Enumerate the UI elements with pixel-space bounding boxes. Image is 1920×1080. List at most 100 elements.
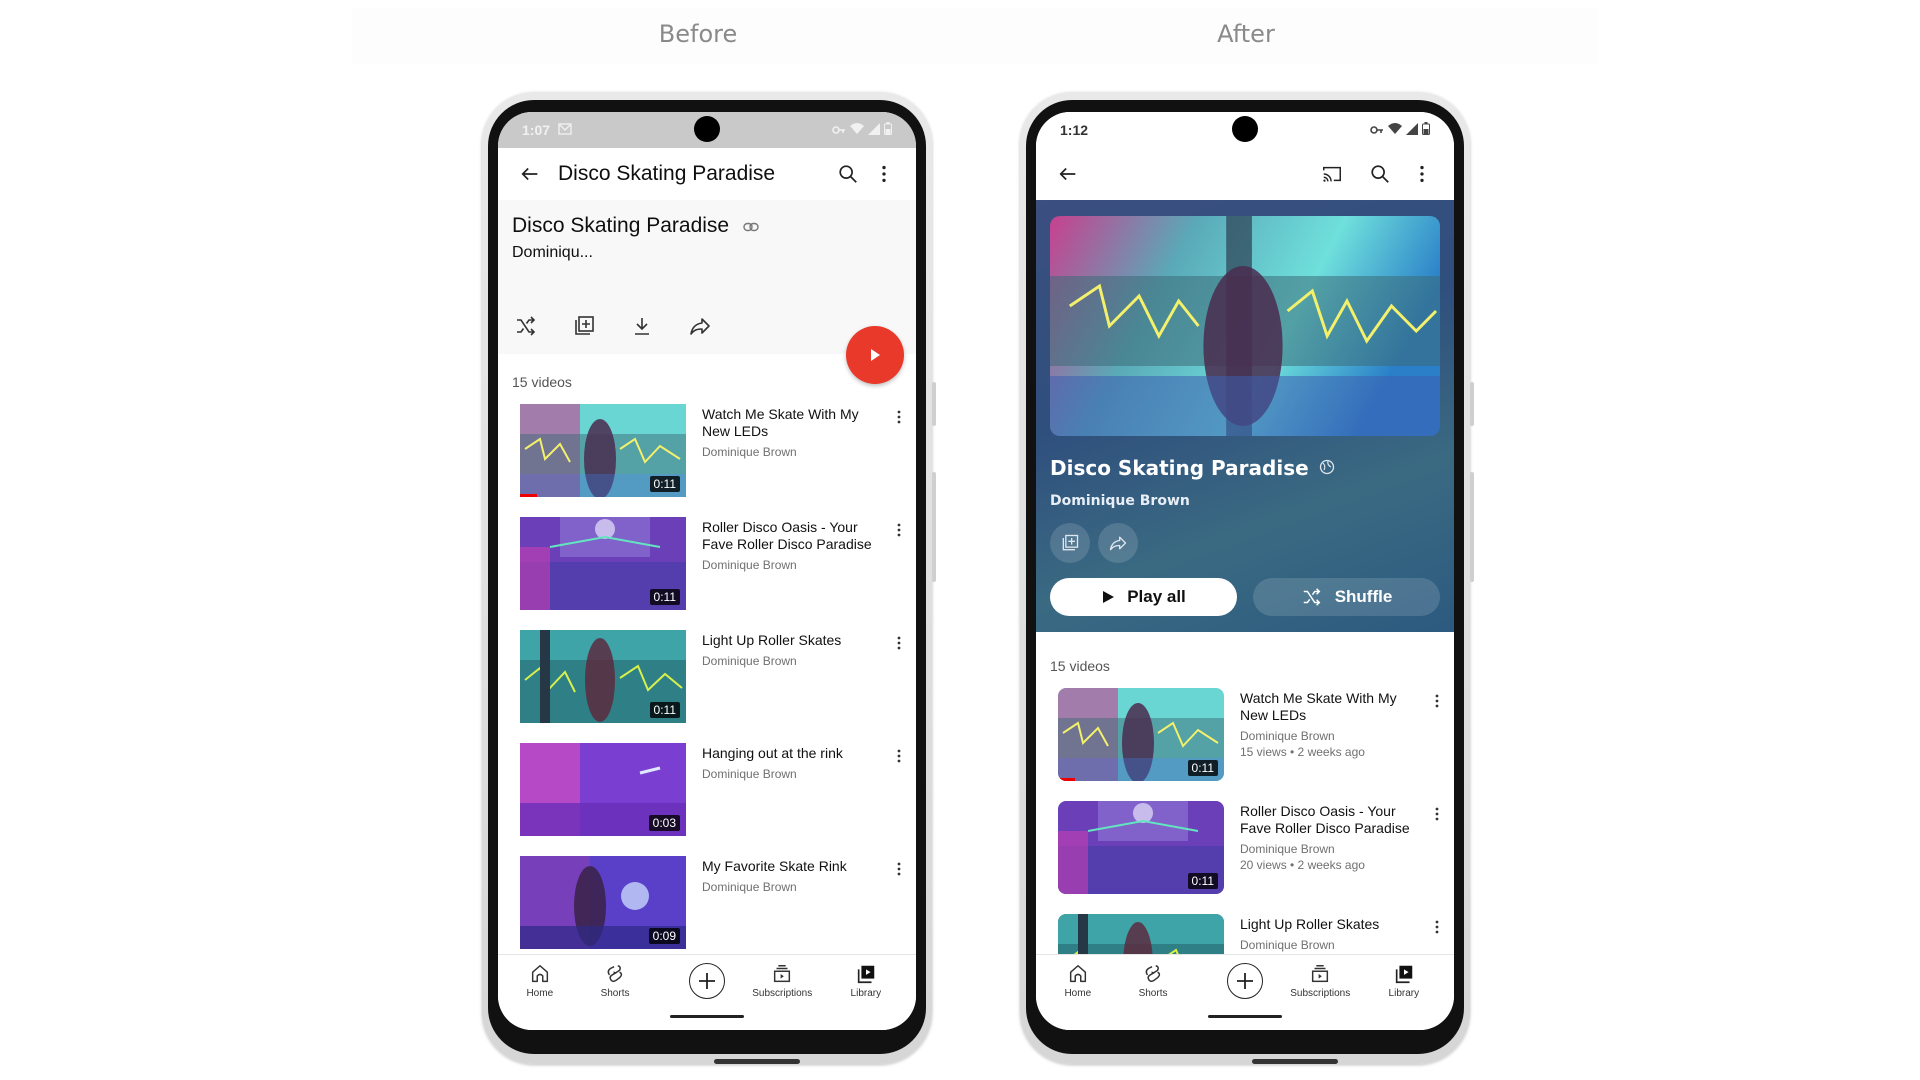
search-icon	[839, 165, 857, 183]
video-count: 15 videos	[512, 374, 572, 390]
playlist-owner[interactable]: Dominique Brown	[1050, 493, 1190, 509]
video-channel: Dominique Brown	[702, 654, 797, 668]
list-item[interactable]: 0:11 Roller Disco Oasis - Your Fave Rolle…	[498, 517, 916, 630]
watch-progress-bar	[1058, 778, 1075, 781]
nav-create-button[interactable]	[1227, 963, 1263, 999]
video-count: 15 videos	[1050, 658, 1110, 674]
screen-after: 1:12 Disco Skating Paradise Dominique Br…	[1036, 112, 1454, 1030]
video-title[interactable]: Light Up Roller Skates	[1240, 916, 1418, 933]
save-playlist-button[interactable]	[1050, 523, 1090, 563]
video-channel: Dominique Brown	[702, 880, 797, 894]
nav-label: Subscriptions	[752, 988, 813, 999]
phone-chin	[714, 1059, 800, 1064]
nav-item-subscriptions[interactable]: Subscriptions	[1280, 963, 1360, 999]
play-all-label: Play all	[1127, 587, 1186, 606]
video-more-button[interactable]	[890, 408, 908, 426]
back-button[interactable]	[512, 156, 548, 192]
video-thumbnail[interactable]: 0:11	[520, 630, 686, 723]
nav-label: Shorts	[1138, 988, 1168, 999]
more-options-button[interactable]	[1404, 156, 1440, 192]
subscriptions-icon	[1312, 965, 1329, 983]
video-title[interactable]: Hanging out at the rink	[702, 745, 880, 762]
video-more-button[interactable]	[890, 634, 908, 652]
list-item[interactable]: 0:11 Watch Me Skate With My New LEDs Domin…	[1036, 688, 1454, 801]
shuffle-button[interactable]: Shuffle	[1253, 578, 1440, 616]
gesture-home-indicator[interactable]	[1208, 1015, 1282, 1018]
more-vert-icon	[897, 862, 901, 876]
video-more-button[interactable]	[1428, 805, 1446, 823]
video-more-button[interactable]	[1428, 918, 1446, 936]
video-title[interactable]: Watch Me Skate With My New LEDs	[702, 406, 880, 440]
nav-item-library[interactable]: Library	[826, 963, 906, 999]
save-playlist-button[interactable]	[566, 308, 602, 344]
video-meta: Watch Me Skate With My New LEDs Dominique…	[1240, 690, 1418, 760]
video-meta: Roller Disco Oasis - Your Fave Roller Di…	[702, 519, 880, 573]
video-thumbnail[interactable]: 0:11	[520, 404, 686, 497]
more-options-button[interactable]	[866, 156, 902, 192]
duration-badge: 0:11	[1187, 760, 1218, 776]
subscriptions-icon	[774, 965, 791, 983]
video-title[interactable]: Watch Me Skate With My New LEDs	[1240, 690, 1418, 724]
more-vert-icon	[882, 165, 886, 183]
video-title[interactable]: Roller Disco Oasis - Your Fave Roller Di…	[1240, 803, 1418, 837]
playlist-thumbnail[interactable]	[1050, 216, 1440, 436]
list-item[interactable]: 0:09 My Favorite Skate Rink Dominique Brow…	[498, 856, 916, 969]
playlist-title: Disco Skating Paradise	[1050, 456, 1309, 480]
list-item[interactable]: 0:11 Watch Me Skate With My New LEDs Domin…	[498, 404, 916, 517]
list-item[interactable]: 0:11 Light Up Roller Skates Dominique Brow…	[498, 630, 916, 743]
video-thumbnail[interactable]: 0:11	[520, 517, 686, 610]
search-button[interactable]	[830, 156, 866, 192]
video-channel: Dominique Brown	[702, 767, 797, 781]
share-button[interactable]	[682, 308, 718, 344]
shuffle-icon	[517, 316, 536, 336]
app-bar	[1036, 148, 1454, 200]
duration-badge: 0:11	[649, 476, 680, 492]
playlist-owner[interactable]: Dominiqu...	[512, 244, 593, 262]
play-all-button[interactable]: Play all	[1050, 578, 1237, 616]
video-thumbnail[interactable]: 0:03	[520, 743, 686, 836]
back-button[interactable]	[1050, 156, 1086, 192]
signal-icon	[1406, 122, 1418, 138]
video-thumbnail[interactable]: 0:11	[1058, 801, 1224, 894]
video-thumbnail[interactable]: 0:11	[1058, 688, 1224, 781]
vpn-key-icon	[832, 122, 846, 138]
video-meta: My Favorite Skate Rink Dominique Brown	[702, 858, 880, 895]
more-vert-icon	[897, 636, 901, 650]
battery-icon	[884, 122, 892, 138]
video-meta: Roller Disco Oasis - Your Fave Roller Di…	[1240, 803, 1418, 873]
gesture-home-indicator[interactable]	[670, 1015, 744, 1018]
video-title[interactable]: Light Up Roller Skates	[702, 632, 880, 649]
playlist-header: Disco Skating Paradise Dominiqu...	[498, 200, 916, 354]
share-button[interactable]	[1098, 523, 1138, 563]
video-more-button[interactable]	[890, 521, 908, 539]
video-title[interactable]: Roller Disco Oasis - Your Fave Roller Di…	[702, 519, 880, 553]
globe-icon	[1319, 456, 1335, 480]
cast-button[interactable]	[1314, 156, 1350, 192]
nav-item-subscriptions[interactable]: Subscriptions	[742, 963, 822, 999]
cast-icon	[1323, 166, 1341, 182]
video-channel: Dominique Brown	[702, 445, 797, 459]
shuffle-button[interactable]	[508, 308, 544, 344]
nav-create-button[interactable]	[689, 963, 725, 999]
nav-item-home[interactable]: Home	[1038, 963, 1118, 999]
play-all-fab[interactable]	[846, 326, 904, 384]
video-thumbnail[interactable]: 0:09	[520, 856, 686, 949]
app-bar-title: Disco Skating Paradise	[558, 162, 776, 185]
back-arrow-icon	[1059, 167, 1076, 181]
app-bar: Disco Skating Paradise	[498, 148, 916, 200]
nav-item-home[interactable]: Home	[500, 963, 580, 999]
search-button[interactable]	[1362, 156, 1398, 192]
nav-item-shorts[interactable]: Shorts	[1113, 963, 1193, 999]
nav-item-library[interactable]: Library	[1364, 963, 1444, 999]
video-title[interactable]: My Favorite Skate Rink	[702, 858, 880, 875]
download-button[interactable]	[624, 308, 660, 344]
list-item[interactable]: 0:11 Roller Disco Oasis - Your Fave Rolle…	[1036, 801, 1454, 914]
front-camera	[1232, 116, 1258, 142]
nav-item-shorts[interactable]: Shorts	[575, 963, 655, 999]
library-add-icon	[575, 316, 594, 335]
video-more-button[interactable]	[890, 747, 908, 765]
video-more-button[interactable]	[890, 860, 908, 878]
list-item[interactable]: 0:03 Hanging out at the rink Dominique Bro…	[498, 743, 916, 856]
video-more-button[interactable]	[1428, 692, 1446, 710]
video-meta: Light Up Roller Skates Dominique Brown	[702, 632, 880, 669]
